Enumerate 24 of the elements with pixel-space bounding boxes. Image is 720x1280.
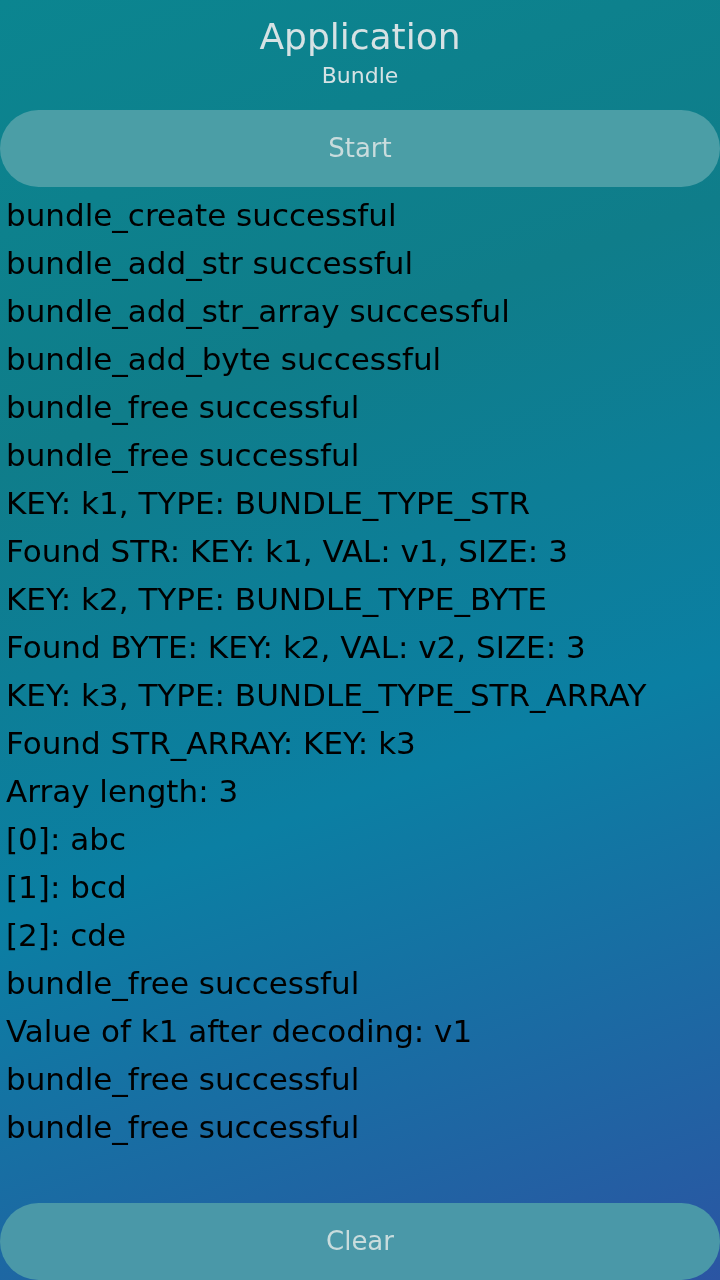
- app-title: Application: [259, 15, 461, 59]
- log-line: [1]: bcd: [6, 868, 128, 907]
- log-line: bundle_add_byte successful: [6, 340, 443, 379]
- app-subtitle: Bundle: [321, 62, 399, 90]
- start-button[interactable]: Start: [0, 110, 720, 187]
- log-line: bundle_free successful: [6, 964, 361, 1003]
- log-line: Found BYTE: KEY: k2, VAL: v2, SIZE: 3: [6, 628, 587, 667]
- log-line: [0]: abc: [6, 820, 127, 859]
- log-line: [2]: cde: [6, 916, 127, 955]
- log-line: KEY: k3, TYPE: BUNDLE_TYPE_STR_ARRAY: [6, 676, 648, 715]
- log-line: bundle_add_str successful: [6, 244, 415, 283]
- log-line: bundle_add_str_array successful: [6, 292, 511, 331]
- log-line: bundle_free successful: [6, 388, 361, 427]
- log-line: bundle_free successful: [6, 1060, 361, 1099]
- log-line: bundle_free successful: [6, 1108, 361, 1147]
- log-line: Array length: 3: [6, 772, 240, 811]
- log-line: Found STR_ARRAY: KEY: k3: [6, 724, 417, 763]
- log-line: KEY: k2, TYPE: BUNDLE_TYPE_BYTE: [6, 580, 548, 619]
- log-line: bundle_free successful: [6, 436, 361, 475]
- log-line: Found STR: KEY: k1, VAL: v1, SIZE: 3: [6, 532, 569, 571]
- log-line: KEY: k1, TYPE: BUNDLE_TYPE_STR: [6, 484, 532, 523]
- log-line: Value of k1 after decoding: v1: [6, 1012, 474, 1051]
- log-line: bundle_create successful: [6, 196, 398, 235]
- clear-button[interactable]: Clear: [0, 1203, 720, 1280]
